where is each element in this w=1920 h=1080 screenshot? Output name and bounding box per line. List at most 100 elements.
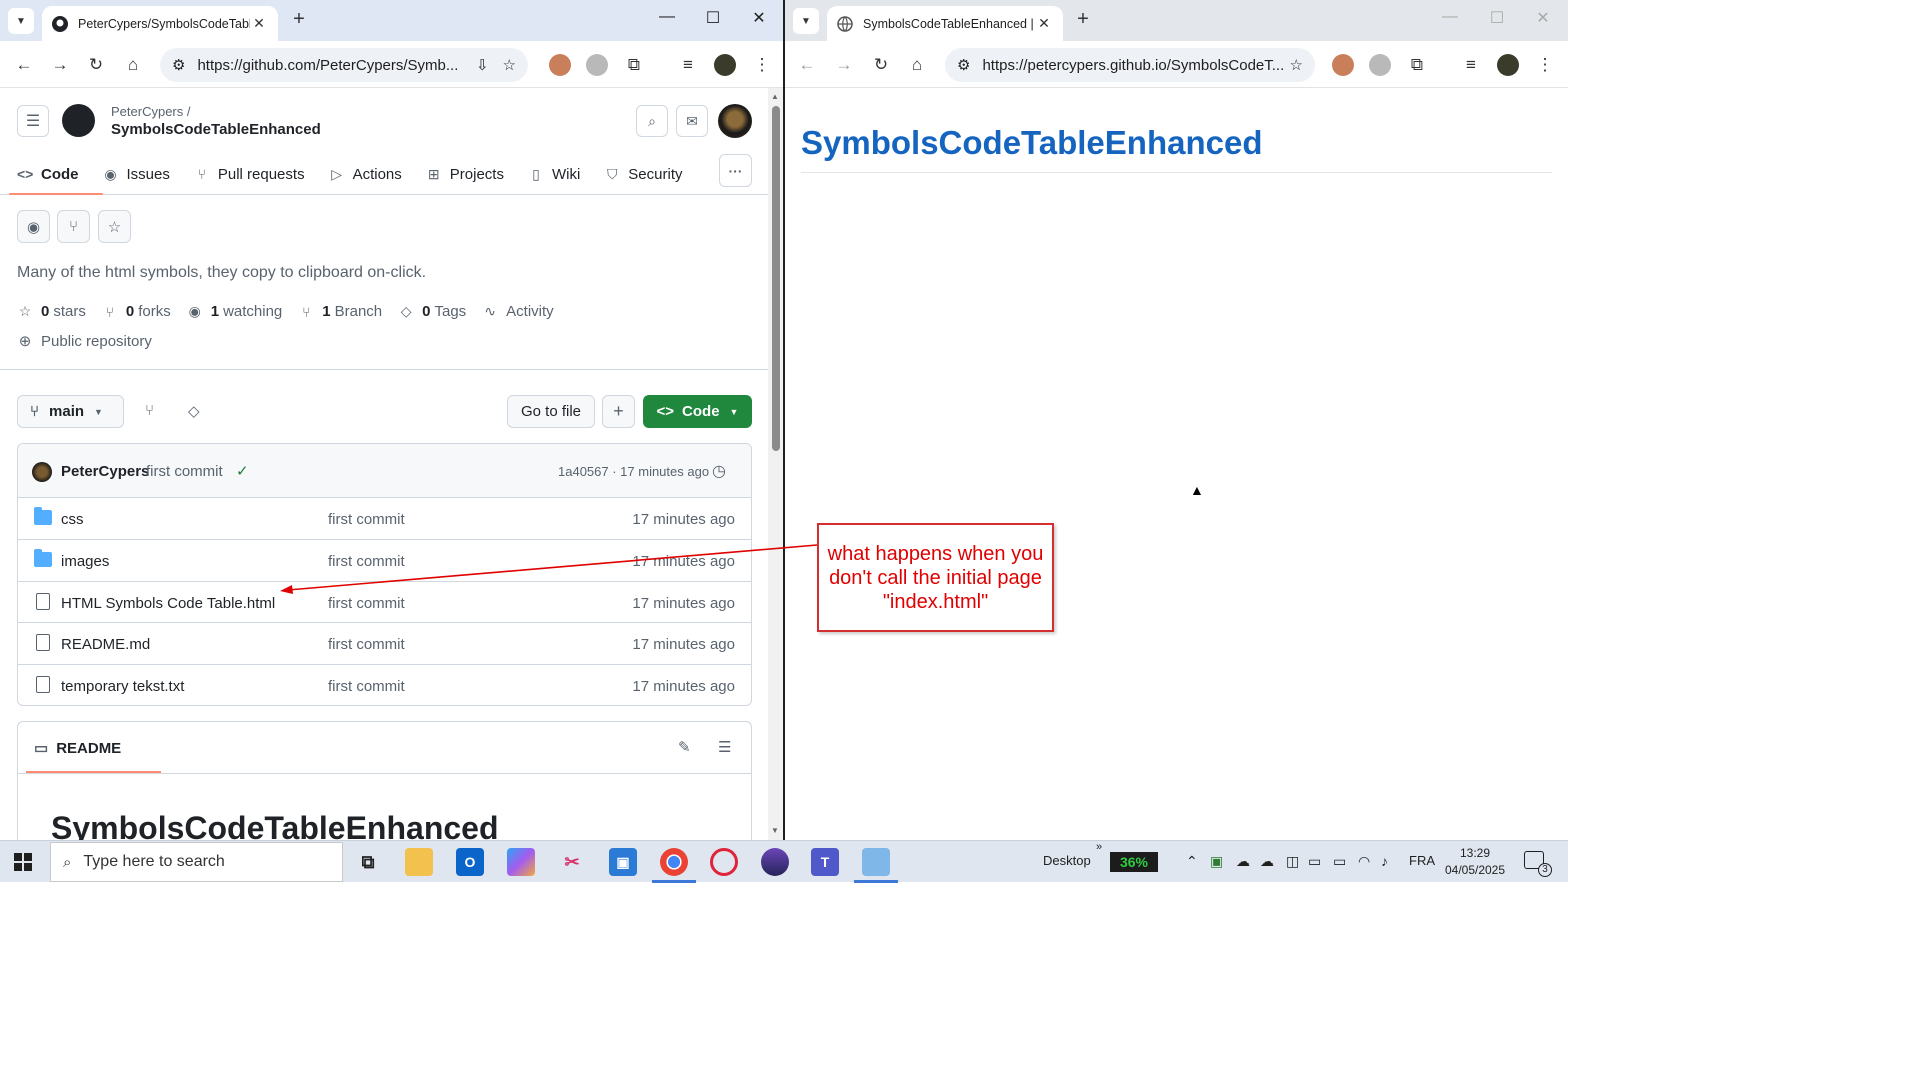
file-commit-link[interactable]: first commit bbox=[328, 553, 405, 570]
store-icon[interactable]: ▣ bbox=[609, 848, 637, 876]
search-icon[interactable]: ⌕ bbox=[636, 105, 668, 137]
extensions-puzzle-icon[interactable]: ⧉ bbox=[622, 53, 646, 77]
tab-pull-requests[interactable]: ⑂ Pull requests bbox=[194, 154, 305, 194]
display-icon[interactable]: ▭ bbox=[1308, 853, 1321, 870]
eclipse-icon[interactable] bbox=[761, 848, 789, 876]
avatar[interactable] bbox=[32, 462, 52, 482]
meet-now-icon[interactable]: ◫ bbox=[1286, 853, 1299, 870]
chrome-icon[interactable] bbox=[652, 848, 696, 883]
snipping-tool-icon[interactable]: ✂ bbox=[558, 848, 586, 876]
maximize-icon[interactable]: ☐ bbox=[1482, 8, 1512, 28]
tray-chevron-up-icon[interactable]: ⌃ bbox=[1186, 853, 1198, 870]
tab-search-button[interactable]: ▼ bbox=[8, 8, 34, 34]
check-icon[interactable]: ✓ bbox=[236, 462, 249, 480]
site-info-icon[interactable]: ⚙ bbox=[957, 56, 970, 74]
fork-button[interactable]: ⑂ bbox=[57, 210, 90, 243]
activity-link[interactable]: ∿ Activity bbox=[482, 303, 553, 320]
readme-tab[interactable]: ▭ README bbox=[25, 739, 162, 773]
file-commit-link[interactable]: first commit bbox=[328, 511, 405, 528]
reload-icon[interactable]: ↻ bbox=[869, 53, 893, 77]
extension-avatar-icon[interactable] bbox=[1332, 54, 1354, 76]
more-nav-icon[interactable]: ··· bbox=[719, 154, 752, 187]
tags-icon[interactable]: ◇ bbox=[188, 402, 200, 420]
scroll-up-icon[interactable]: ▲ bbox=[771, 92, 779, 101]
bookmark-star-icon[interactable]: ☆ bbox=[503, 56, 516, 74]
opera-icon[interactable] bbox=[710, 848, 738, 876]
file-explorer-icon[interactable] bbox=[405, 848, 433, 876]
m365-icon[interactable] bbox=[507, 848, 535, 876]
close-tab-icon[interactable]: ✕ bbox=[1035, 15, 1053, 32]
extensions-puzzle-icon[interactable]: ⧉ bbox=[1405, 53, 1429, 77]
new-tab-button[interactable]: + bbox=[286, 8, 312, 31]
tab-issues[interactable]: ◉ Issues bbox=[103, 154, 169, 194]
extension-avatar-icon[interactable] bbox=[549, 54, 571, 76]
profile-avatar[interactable] bbox=[1497, 54, 1519, 76]
tab-code[interactable]: <> Code bbox=[9, 154, 102, 195]
cloud-sync-icon[interactable]: ☁ bbox=[1260, 853, 1274, 870]
commit-message-link[interactable]: first commit bbox=[146, 463, 223, 480]
watch-eye-button[interactable]: ◉ bbox=[17, 210, 50, 243]
cloud-icon[interactable]: ☁ bbox=[1236, 853, 1250, 870]
close-tab-icon[interactable]: ✕ bbox=[250, 15, 268, 32]
browser-menu-icon[interactable]: ⋮ bbox=[750, 53, 774, 77]
reload-icon[interactable]: ↻ bbox=[84, 53, 108, 77]
toolbar-overflow-icon[interactable]: » bbox=[1096, 841, 1102, 853]
volume-icon[interactable]: ♪ bbox=[1381, 853, 1388, 869]
star-button[interactable]: ☆ bbox=[98, 210, 131, 243]
site-info-icon[interactable]: ⚙ bbox=[172, 56, 185, 74]
file-commit-link[interactable]: first commit bbox=[328, 636, 405, 653]
page-scrollbar[interactable]: ▲ ▼ bbox=[768, 88, 783, 840]
file-name-link[interactable]: images bbox=[61, 553, 109, 570]
teams-icon[interactable]: T bbox=[811, 848, 839, 876]
bookmark-star-icon[interactable]: ☆ bbox=[1290, 56, 1303, 74]
gpu-tray-icon[interactable]: ▣ bbox=[1210, 853, 1223, 870]
branches-icon[interactable]: ⑂ bbox=[145, 402, 154, 419]
forks-link[interactable]: ⑂ 0 forks bbox=[102, 303, 171, 320]
home-icon[interactable]: ⌂ bbox=[121, 53, 145, 77]
table-row[interactable]: css first commit 17 minutes ago bbox=[18, 498, 751, 540]
media-controls-icon[interactable]: ≡ bbox=[676, 53, 700, 77]
desktop-toolbar-label[interactable]: Desktop bbox=[1043, 853, 1091, 868]
table-row[interactable]: images first commit 17 minutes ago bbox=[18, 540, 751, 582]
tab-projects[interactable]: ⊞ Projects bbox=[426, 154, 504, 194]
file-name-link[interactable]: css bbox=[61, 511, 84, 528]
watching-link[interactable]: ◉ 1 watching bbox=[187, 303, 283, 320]
browser-menu-icon[interactable]: ⋮ bbox=[1533, 53, 1557, 77]
outlook-icon[interactable]: O bbox=[456, 848, 484, 876]
new-tab-button[interactable]: + bbox=[1070, 8, 1096, 31]
stars-link[interactable]: ☆ 0 stars bbox=[17, 303, 86, 320]
repo-name-link[interactable]: SymbolsCodeTableEnhanced bbox=[111, 121, 321, 138]
branch-select-button[interactable]: ⑂ main ▼ bbox=[17, 395, 124, 428]
address-bar[interactable]: ⚙ https://petercypers.github.io/SymbolsC… bbox=[945, 48, 1315, 82]
github-logo-icon[interactable] bbox=[62, 104, 95, 137]
battery-widget[interactable]: 36% bbox=[1110, 852, 1158, 872]
browser-tab-pages[interactable]: SymbolsCodeTableEnhanced | M ✕ bbox=[827, 6, 1063, 41]
tab-security[interactable]: ⛉ Security bbox=[604, 154, 682, 194]
file-name-link[interactable]: HTML Symbols Code Table.html bbox=[61, 595, 275, 612]
minimize-icon[interactable]: — bbox=[1435, 8, 1465, 26]
battery-icon[interactable]: ▭ bbox=[1333, 853, 1346, 870]
extension-icon[interactable] bbox=[1369, 54, 1391, 76]
tab-search-button[interactable]: ▼ bbox=[793, 8, 819, 34]
commit-meta[interactable]: 1a40567 · 17 minutes ago bbox=[558, 464, 709, 479]
windows-start-icon[interactable] bbox=[14, 853, 32, 871]
file-commit-link[interactable]: first commit bbox=[328, 678, 405, 695]
file-name-link[interactable]: temporary tekst.txt bbox=[61, 678, 184, 695]
profile-avatar[interactable] bbox=[714, 54, 736, 76]
taskbar-search-input[interactable]: ⌕ Type here to search bbox=[50, 842, 343, 882]
table-row[interactable]: README.md first commit 17 minutes ago bbox=[18, 623, 751, 666]
minimize-icon[interactable]: — bbox=[652, 8, 682, 26]
back-icon[interactable]: ← bbox=[12, 53, 36, 77]
table-row[interactable]: HTML Symbols Code Table.html first commit… bbox=[18, 582, 751, 624]
commit-author-link[interactable]: PeterCypers bbox=[61, 463, 149, 480]
notepad-icon[interactable] bbox=[854, 848, 898, 883]
browser-tab-github[interactable]: PeterCypers/SymbolsCodeTable ✕ bbox=[42, 6, 278, 41]
home-icon[interactable]: ⌂ bbox=[905, 53, 929, 77]
install-app-icon[interactable]: ⇩ bbox=[476, 56, 489, 74]
task-view-icon[interactable]: ⧉ bbox=[354, 848, 382, 876]
repo-owner-link[interactable]: PeterCypers / bbox=[111, 104, 190, 119]
forward-icon[interactable]: → bbox=[48, 53, 72, 77]
hamburger-menu-icon[interactable]: ☰ bbox=[17, 105, 49, 137]
forward-icon[interactable]: → bbox=[832, 53, 856, 77]
inbox-icon[interactable]: ✉ bbox=[676, 105, 708, 137]
